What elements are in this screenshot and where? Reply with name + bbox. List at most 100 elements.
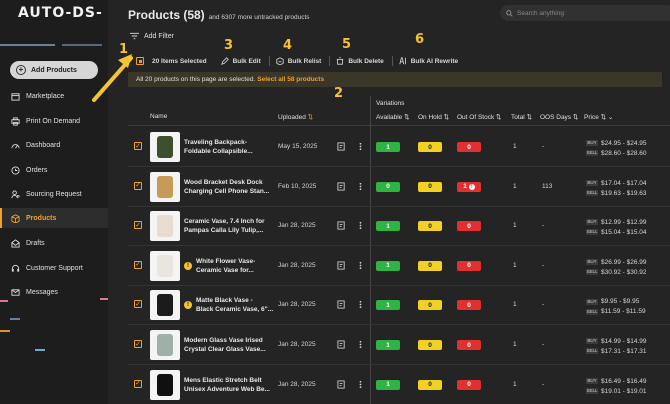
column-header-out-of-stock[interactable]: Out Of Stock ⇅ bbox=[457, 113, 501, 121]
product-name[interactable]: White Flower Vase- Ceramic Vase for... bbox=[196, 257, 284, 275]
notes-icon[interactable] bbox=[337, 340, 346, 349]
table-row[interactable]: ✓! White Flower Vase- Ceramic Vase for... J… bbox=[128, 246, 670, 286]
more-options-icon[interactable] bbox=[356, 261, 365, 270]
product-thumbnail[interactable] bbox=[150, 211, 180, 242]
divider bbox=[391, 56, 393, 66]
warning-icon[interactable]: ! bbox=[184, 261, 192, 270]
product-thumbnail[interactable] bbox=[150, 132, 180, 162]
column-header-price[interactable]: Price ⇅ ⌄ bbox=[584, 113, 613, 121]
more-options-icon[interactable] bbox=[356, 300, 365, 309]
row-checkbox[interactable]: ✓ bbox=[134, 181, 142, 190]
out-of-stock-count-badge: 1! bbox=[457, 181, 481, 192]
printer-icon bbox=[11, 116, 20, 126]
more-options-icon[interactable] bbox=[356, 182, 365, 191]
sell-price: $19.01 - $19.01 bbox=[601, 387, 647, 395]
warning-icon[interactable]: ! bbox=[184, 301, 192, 310]
available-count-badge: 0 bbox=[376, 181, 400, 192]
column-header-label: Out Of Stock bbox=[457, 114, 495, 121]
drafts-icon bbox=[11, 238, 20, 248]
table-row[interactable]: ✓ Ceramic Vase, 7.4 Inch for Pampas Calla … bbox=[128, 206, 670, 247]
sort-icon: ⇅ bbox=[572, 114, 579, 121]
more-options-icon[interactable] bbox=[356, 221, 365, 230]
mail-icon bbox=[11, 288, 20, 296]
row-checkbox[interactable]: ✓ bbox=[134, 300, 142, 309]
notes-icon[interactable] bbox=[337, 142, 346, 151]
row-checkbox[interactable]: ✓ bbox=[134, 260, 142, 269]
select-all-products-link[interactable]: Select all 58 products bbox=[257, 76, 324, 83]
row-checkbox[interactable]: ✓ bbox=[134, 379, 142, 388]
product-name-line: Foldable Collapsible... bbox=[184, 148, 253, 155]
column-header-label: Uploaded bbox=[278, 114, 306, 121]
add-filter-button[interactable]: Add Filter bbox=[130, 32, 174, 40]
sidebar-item-customer-support[interactable]: Customer Support bbox=[0, 258, 108, 278]
column-header-on-hold[interactable]: On Hold ⇅ bbox=[418, 113, 449, 121]
column-header-total[interactable]: Total ⇅ bbox=[511, 113, 532, 121]
table-row[interactable]: ✓ Modern Glass Vase Irised Crystal Clear G… bbox=[128, 325, 670, 365]
bulk-ai-rewrite-button[interactable]: Bulk AI Rewrite bbox=[399, 57, 458, 65]
add-products-button[interactable]: + Add Products bbox=[10, 61, 98, 79]
column-header-oos-days[interactable]: OOS Days ⇅ bbox=[540, 113, 578, 121]
bulk-relist-button[interactable]: Bulk Relist bbox=[276, 57, 321, 65]
column-header-label: Available bbox=[376, 114, 403, 121]
product-name[interactable]: Modern Glass Vase Irised Crystal Clear Gl… bbox=[184, 336, 272, 354]
bulk-edit-button[interactable]: Bulk Edit bbox=[220, 57, 261, 65]
app-logo[interactable]: AUTO-DS- bbox=[18, 5, 103, 21]
sell-price-label: SELL bbox=[586, 189, 598, 196]
sidebar-item-orders[interactable]: Orders bbox=[0, 160, 108, 180]
sell-price-label: SELL bbox=[586, 229, 598, 236]
table-row[interactable]: ✓ Mens Elastic Stretch Belt Unisex Adventu… bbox=[128, 365, 670, 404]
product-thumbnail[interactable] bbox=[150, 369, 180, 400]
table-row[interactable]: ✓ Wood Bracket Desk Dock Charging Cell Pho… bbox=[128, 167, 670, 207]
product-name[interactable]: Matte Black Vase - Black Ceramic Vase, 6"… bbox=[196, 296, 284, 314]
row-checkbox[interactable]: ✓ bbox=[134, 142, 142, 150]
notes-icon[interactable] bbox=[337, 261, 346, 270]
product-thumbnail[interactable] bbox=[150, 171, 180, 202]
out-of-stock-count: 0 bbox=[467, 341, 471, 349]
out-of-stock-count-badge: 0 bbox=[457, 221, 481, 232]
product-name[interactable]: Ceramic Vase, 7.4 Inch for Pampas Calla L… bbox=[184, 217, 272, 235]
notes-icon[interactable] bbox=[337, 300, 346, 309]
notes-icon[interactable] bbox=[337, 380, 346, 389]
sidebar-item-label: Messages bbox=[26, 288, 58, 296]
sidebar-item-messages[interactable]: Messages bbox=[0, 282, 108, 302]
more-options-icon[interactable] bbox=[356, 380, 365, 389]
row-checkbox[interactable]: ✓ bbox=[134, 221, 142, 230]
buy-price: $26.99 - $26.99 bbox=[601, 258, 647, 266]
sidebar-item-dashboard[interactable]: Dashboard bbox=[0, 135, 108, 155]
product-name[interactable]: Mens Elastic Stretch Belt Unisex Adventur… bbox=[184, 376, 272, 394]
sidebar-item-products[interactable]: Products bbox=[0, 208, 108, 228]
select-all-checkbox[interactable] bbox=[136, 57, 144, 65]
sidebar-item-drafts[interactable]: Drafts bbox=[0, 233, 108, 253]
buy-price-label: BUY bbox=[586, 377, 598, 384]
table-row[interactable]: ✓! Matte Black Vase - Black Ceramic Vase, … bbox=[128, 285, 670, 326]
headset-icon bbox=[11, 264, 20, 272]
bulk-delete-button[interactable]: Bulk Delete bbox=[336, 57, 384, 65]
more-options-icon[interactable] bbox=[356, 142, 365, 151]
product-name[interactable]: Wood Bracket Desk Dock Charging Cell Phon… bbox=[184, 178, 272, 196]
more-options-icon[interactable] bbox=[356, 340, 365, 349]
callout-number: 5 bbox=[342, 37, 352, 52]
notes-icon[interactable] bbox=[337, 182, 346, 191]
notes-icon[interactable] bbox=[337, 221, 346, 230]
add-products-label: Add Products bbox=[31, 66, 77, 74]
column-header-uploaded[interactable]: Uploaded ⇅ bbox=[278, 113, 313, 121]
column-header-available[interactable]: Available ⇅ bbox=[376, 113, 410, 121]
sidebar-item-sourcing-request[interactable]: Sourcing Request bbox=[0, 184, 108, 204]
column-header-label: On Hold bbox=[418, 114, 442, 121]
alert-icon: ! bbox=[468, 183, 475, 190]
price-range: BUY $9.95 - $9.95 SELL $11.59 - $11.59 bbox=[586, 297, 646, 317]
price-range: BUY $17.04 - $17.04 SELL $19.63 - $19.63 bbox=[586, 179, 647, 199]
products-table: Variations Name Uploaded ⇅ Available ⇅ O… bbox=[128, 96, 670, 404]
column-header-name[interactable]: Name bbox=[150, 113, 167, 120]
product-thumbnail[interactable] bbox=[150, 330, 180, 360]
product-name[interactable]: Traveling Backpack- Foldable Collapsible.… bbox=[184, 138, 272, 156]
table-row[interactable]: ✓ Traveling Backpack- Foldable Collapsible… bbox=[128, 127, 670, 167]
row-checkbox[interactable]: ✓ bbox=[134, 340, 142, 348]
column-header-label: Total bbox=[511, 114, 525, 121]
out-of-stock-count: 0 bbox=[467, 262, 471, 270]
on-hold-count-badge: 0 bbox=[418, 300, 442, 311]
product-thumbnail[interactable] bbox=[150, 290, 180, 321]
sidebar-item-print-on-demand[interactable]: Print On Demand bbox=[0, 111, 108, 131]
search-input[interactable]: Search anything bbox=[500, 5, 670, 21]
product-thumbnail[interactable] bbox=[150, 250, 180, 281]
